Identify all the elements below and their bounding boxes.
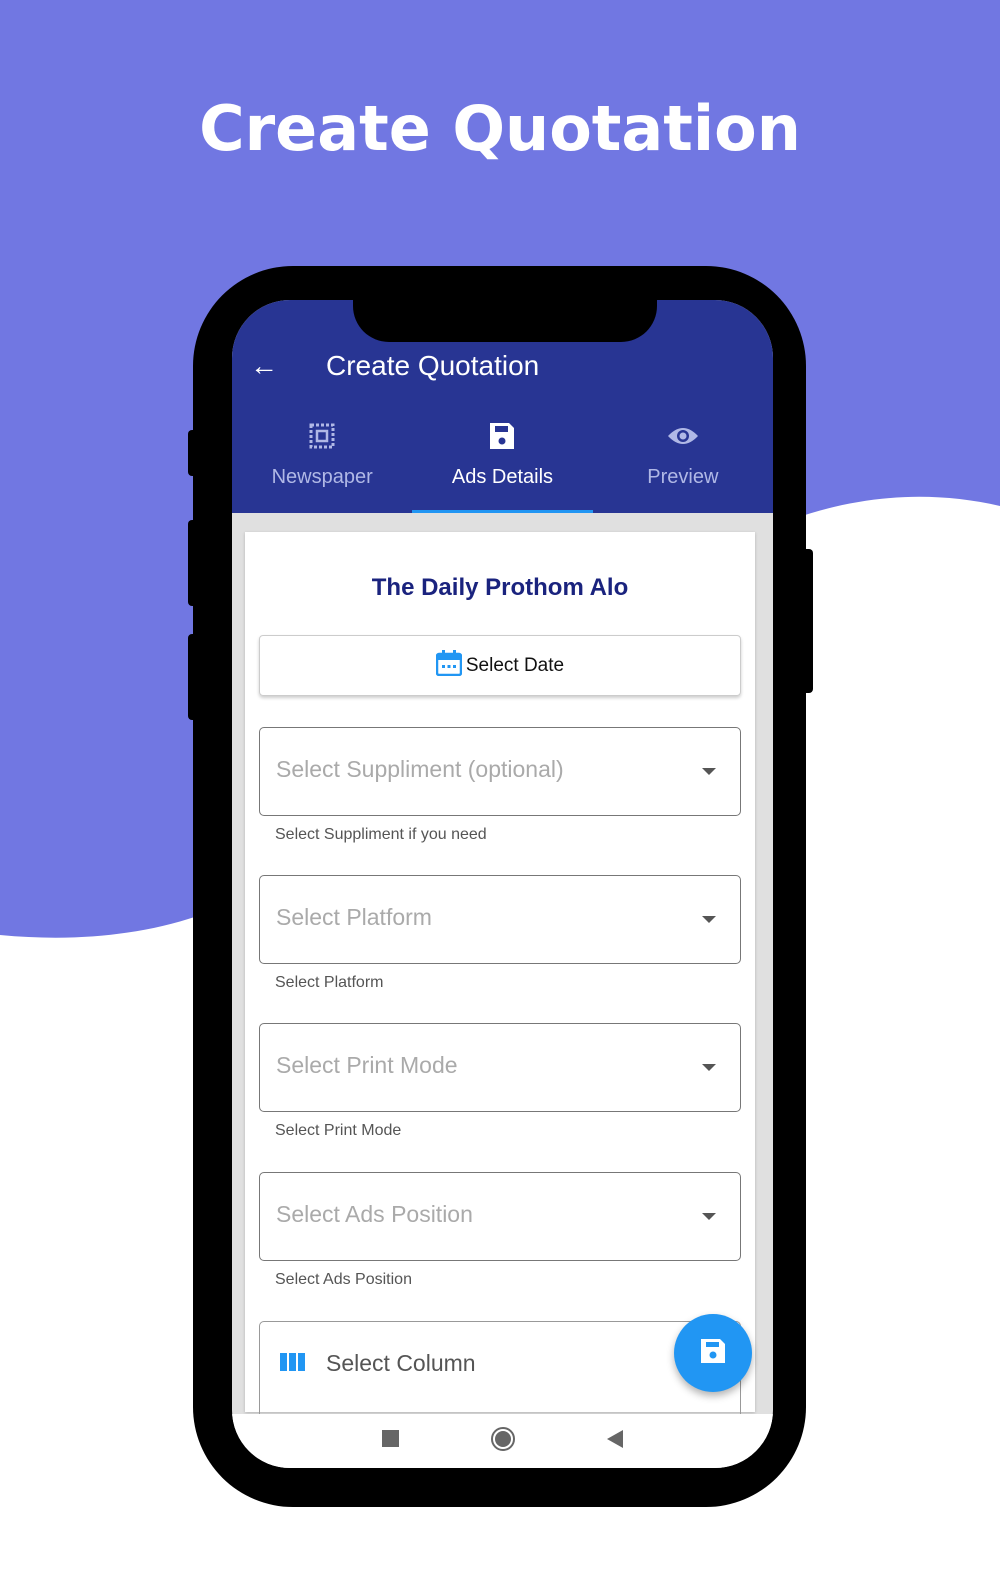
platform-dropdown[interactable]: Select Platform (259, 875, 741, 964)
save-icon (699, 1337, 727, 1370)
ads-details-card: The Daily Prothom Alo Select Date Select… (245, 532, 755, 1421)
select-column-field[interactable]: Select Column (259, 1321, 741, 1421)
dropdown-arrow-icon (702, 1064, 716, 1071)
helper-text: Select Platform (275, 974, 384, 991)
dropdown-placeholder: Select Ads Position (276, 1201, 473, 1227)
tab-ads-details[interactable]: Ads Details (412, 418, 593, 513)
save-fab-button[interactable] (674, 1314, 752, 1392)
columns-icon (280, 1352, 306, 1377)
print-mode-dropdown[interactable]: Select Print Mode (259, 1023, 741, 1112)
select-all-icon (232, 418, 412, 454)
tab-newspaper[interactable]: Newspaper (232, 418, 412, 513)
ads-position-dropdown[interactable]: Select Ads Position (259, 1172, 741, 1261)
back-triangle-icon[interactable] (606, 1429, 624, 1454)
tab-label: Ads Details (451, 466, 554, 488)
headline: Create Quotation (199, 92, 801, 165)
helper-text: Select Suppliment if you need (275, 826, 487, 843)
tab-bar: Newspaper Ads Details Preview (232, 418, 773, 513)
helper-text: Select Print Mode (275, 1122, 402, 1139)
recents-icon[interactable] (381, 1429, 400, 1453)
home-icon[interactable] (490, 1426, 516, 1457)
dropdown-arrow-icon (702, 916, 716, 923)
select-date-label: Select Date (465, 654, 565, 676)
dropdown-placeholder: Select Suppliment (optional) (276, 756, 564, 782)
arrow-left-icon[interactable]: ← (250, 350, 278, 382)
dropdown-arrow-icon (702, 1213, 716, 1220)
save-icon (412, 418, 592, 454)
phone-notch (353, 290, 657, 342)
dropdown-arrow-icon (702, 768, 716, 775)
eye-icon (593, 418, 773, 454)
tab-label: Newspaper (271, 466, 373, 488)
app-title: Create Quotation (326, 350, 540, 381)
phone-screen: ← Create Quotation Newspaper Ads Details… (232, 300, 773, 1468)
dropdown-placeholder: Select Platform (276, 904, 432, 930)
newspaper-name: The Daily Prothom Alo (371, 574, 629, 601)
helper-text: Select Ads Position (275, 1271, 412, 1288)
tab-label: Preview (647, 466, 719, 488)
tab-preview[interactable]: Preview (593, 418, 773, 513)
android-nav-bar (232, 1414, 773, 1468)
suppliment-dropdown[interactable]: Select Suppliment (optional) (259, 727, 741, 816)
select-column-label: Select Column (326, 1350, 476, 1376)
select-date-button[interactable]: Select Date (259, 635, 741, 696)
dropdown-placeholder: Select Print Mode (276, 1052, 458, 1078)
calendar-icon (435, 649, 463, 682)
